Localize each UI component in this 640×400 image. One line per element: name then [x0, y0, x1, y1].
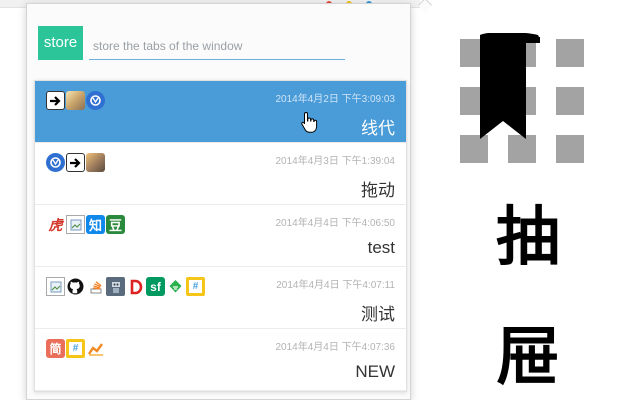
tiger-favicon-icon[interactable]: 虎	[46, 215, 65, 234]
segmentfault-favicon-icon[interactable]: sf	[146, 277, 165, 296]
github-favicon-icon[interactable]	[66, 277, 85, 296]
hash-favicon-icon[interactable]: #	[186, 277, 205, 296]
zhihu-favicon-icon[interactable]: 知	[86, 215, 105, 234]
group-timestamp: 2014年4月4日 下午4:07:11	[276, 280, 395, 291]
favicon-strip: 简 #	[46, 339, 105, 359]
group-title: 拖动	[361, 181, 395, 200]
group-title: test	[367, 238, 395, 257]
anime-favicon-icon[interactable]	[66, 91, 85, 110]
group-name-input[interactable]	[89, 32, 345, 60]
app-favicon-icon[interactable]	[86, 91, 105, 110]
popup-arrow	[417, 0, 433, 13]
group-title: NEW	[355, 362, 395, 381]
store-button[interactable]: store	[38, 26, 83, 60]
app-favicon-icon[interactable]	[46, 153, 65, 172]
tab-group-row[interactable]: 2014年4月2日 下午3:09:03 线代	[35, 81, 406, 143]
d-favicon-icon[interactable]	[126, 277, 145, 296]
arrow-favicon-icon[interactable]	[46, 91, 65, 110]
group-timestamp: 2014年4月4日 下午4:07:36	[275, 342, 395, 353]
logo-char-bottom: 屉	[496, 321, 560, 395]
drawer-logo-icon	[460, 33, 584, 163]
arrow-favicon-icon[interactable]	[66, 153, 85, 172]
anime-favicon-icon[interactable]	[86, 153, 105, 172]
tab-group-row[interactable]: 简 # 2014年4月4日 下午4:07:36 NEW	[35, 329, 406, 391]
chart-favicon-icon[interactable]	[86, 339, 105, 358]
broken-image-favicon-icon[interactable]	[46, 277, 65, 296]
favicon-strip	[46, 153, 105, 173]
tab-group-row[interactable]: sf # 2014年4月4日 下午4:07:11 测试	[35, 267, 406, 329]
douban-favicon-icon[interactable]: 豆	[106, 215, 125, 234]
tab-group-row[interactable]: 虎 知 豆 2014年4月4日 下午4:06:50 test	[35, 205, 406, 267]
hash-favicon-icon[interactable]: #	[66, 339, 85, 358]
tab-group-list: 2014年4月2日 下午3:09:03 线代 2014年4月3日 下午1:39:…	[34, 80, 407, 392]
logo-char-top: 抽	[496, 201, 560, 275]
group-timestamp: 2014年4月3日 下午1:39:04	[275, 156, 395, 167]
favicon-strip: 虎 知 豆	[46, 215, 125, 235]
tab-group-row[interactable]: 2014年4月3日 下午1:39:04 拖动	[35, 143, 406, 205]
broken-image-favicon-icon[interactable]	[66, 215, 85, 234]
group-timestamp: 2014年4月2日 下午3:09:03	[275, 94, 395, 105]
group-title: 测试	[361, 305, 395, 324]
robot-favicon-icon[interactable]	[106, 277, 125, 296]
hand-cursor-icon	[301, 111, 318, 133]
group-title: 线代	[361, 119, 395, 138]
group-timestamp: 2014年4月4日 下午4:06:50	[275, 218, 395, 229]
jian-favicon-icon[interactable]: 简	[46, 339, 65, 358]
feedly-favicon-icon[interactable]	[166, 277, 185, 296]
favicon-strip	[46, 91, 105, 111]
stack-favicon-icon[interactable]	[86, 277, 105, 296]
extension-popup: store 2014年4月2日 下午3:09:03 线代	[26, 0, 433, 400]
favicon-strip: sf #	[46, 277, 205, 297]
